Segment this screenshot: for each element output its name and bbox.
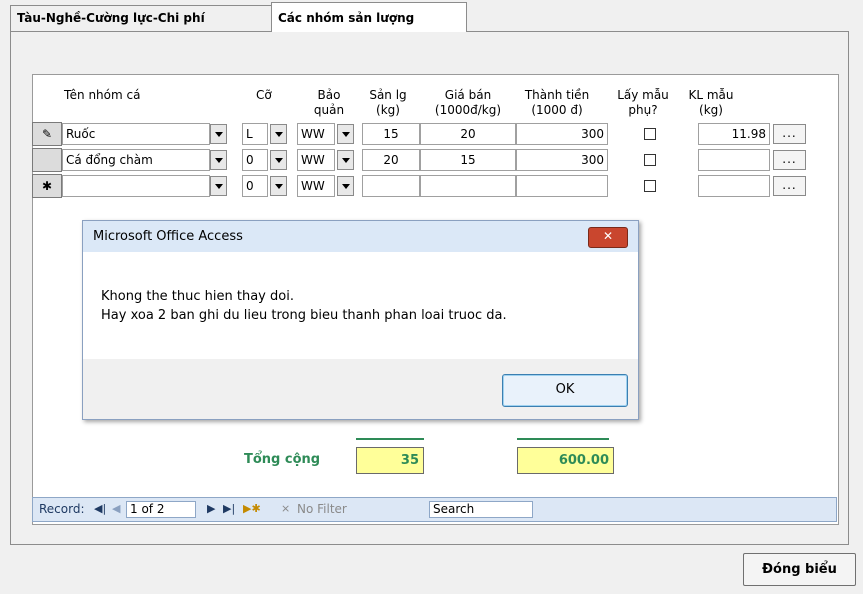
- record-selector[interactable]: ✎: [32, 122, 62, 146]
- dropdown-arrow-icon[interactable]: [337, 176, 354, 196]
- gia-ban-field[interactable]: 20: [420, 123, 516, 145]
- record-position-field[interactable]: 1 of 2: [126, 501, 196, 518]
- bao-quan-field[interactable]: WW: [297, 123, 335, 145]
- thanh-tien-field: [516, 175, 608, 197]
- kl-mau-field[interactable]: [698, 175, 770, 197]
- dropdown-arrow-icon[interactable]: [270, 176, 287, 196]
- bao-quan-field[interactable]: WW: [297, 175, 335, 197]
- lay-mau-checkbox[interactable]: [644, 154, 656, 166]
- dropdown-arrow-icon[interactable]: [337, 124, 354, 144]
- first-record-icon[interactable]: ◀|: [94, 502, 106, 515]
- more-button[interactable]: ...: [773, 150, 806, 170]
- dialog-title: Microsoft Office Access: [93, 229, 243, 244]
- header-kl-mau: KL mẫu (kg): [688, 88, 734, 117]
- dropdown-arrow-icon[interactable]: [270, 150, 287, 170]
- dialog-message-line: Khong the thuc hien thay doi.: [101, 289, 294, 304]
- ok-button[interactable]: OK: [502, 374, 628, 407]
- more-button[interactable]: ...: [773, 124, 806, 144]
- san-lg-field[interactable]: 20: [362, 149, 420, 171]
- gia-ban-field[interactable]: [420, 175, 516, 197]
- lay-mau-checkbox[interactable]: [644, 180, 656, 192]
- total-san-lg: 35: [356, 447, 424, 474]
- thanh-tien-field: 300: [516, 123, 608, 145]
- header-ten-nhom: Tên nhóm cá: [64, 88, 141, 102]
- filter-icon[interactable]: ⨯: [281, 502, 290, 515]
- last-record-icon[interactable]: ▶|: [223, 502, 235, 515]
- dialog-body: Khong the thuc hien thay doi. Hay xoa 2 …: [83, 252, 638, 359]
- new-record-selector[interactable]: ✱: [32, 174, 62, 198]
- bao-quan-field[interactable]: WW: [297, 149, 335, 171]
- san-lg-field[interactable]: [362, 175, 420, 197]
- dialog-message-line: Hay xoa 2 ban ghi du lieu trong bieu tha…: [101, 308, 507, 323]
- kl-mau-field[interactable]: 11.98: [698, 123, 770, 145]
- lay-mau-checkbox[interactable]: [644, 128, 656, 140]
- tab-cac-nhom-san-luong[interactable]: Các nhóm sản lượng: [271, 2, 467, 32]
- san-lg-field[interactable]: 15: [362, 123, 420, 145]
- no-filter-button[interactable]: No Filter: [297, 502, 347, 516]
- close-icon[interactable]: ✕: [588, 227, 628, 248]
- total-thanh-tien: 600.00: [517, 447, 614, 474]
- more-button[interactable]: ...: [773, 176, 806, 196]
- search-input[interactable]: Search: [429, 501, 533, 518]
- header-san-lg: Sản lg (kg): [369, 88, 407, 117]
- dropdown-arrow-icon[interactable]: [337, 150, 354, 170]
- tab-tau-nghe[interactable]: Tàu-Nghề-Cường lực-Chi phí: [10, 5, 272, 32]
- ten-nhom-field[interactable]: Cá đổng chàm: [62, 149, 210, 171]
- record-navigation-bar: Record: ◀| ◀ 1 of 2 ▶ ▶| ▶✱ ⨯ No Filter …: [32, 497, 837, 522]
- dropdown-arrow-icon[interactable]: [210, 150, 227, 170]
- co-field[interactable]: 0: [242, 149, 268, 171]
- header-lay-mau: Lấy mẫu phụ?: [617, 88, 669, 117]
- header-co: Cỡ: [256, 88, 272, 102]
- total-divider: [356, 438, 424, 440]
- dropdown-arrow-icon[interactable]: [210, 124, 227, 144]
- header-bao-quan: Bảo quản: [313, 88, 345, 117]
- ten-nhom-field[interactable]: [62, 175, 210, 197]
- header-thanh-tien: Thành tiền (1000 đ): [524, 88, 590, 117]
- record-label: Record:: [39, 502, 85, 516]
- next-record-icon[interactable]: ▶: [207, 502, 215, 515]
- close-form-button[interactable]: Đóng biểu: [743, 553, 856, 586]
- header-gia-ban: Giá bán (1000đ/kg): [434, 88, 502, 117]
- dialog-titlebar: Microsoft Office Access ✕: [83, 221, 638, 252]
- total-label: Tổng cộng: [244, 452, 321, 467]
- gia-ban-field[interactable]: 15: [420, 149, 516, 171]
- ten-nhom-field[interactable]: Ruốc: [62, 123, 210, 145]
- message-dialog: Microsoft Office Access ✕ Khong the thuc…: [82, 220, 639, 420]
- prev-record-icon[interactable]: ◀: [112, 502, 120, 515]
- dropdown-arrow-icon[interactable]: [270, 124, 287, 144]
- total-divider: [517, 438, 609, 440]
- dropdown-arrow-icon[interactable]: [210, 176, 227, 196]
- co-field[interactable]: L: [242, 123, 268, 145]
- dialog-message: Khong the thuc hien thay doi. Hay xoa 2 …: [101, 287, 507, 325]
- new-record-icon[interactable]: ▶✱: [243, 502, 261, 515]
- record-selector[interactable]: [32, 148, 62, 172]
- co-field[interactable]: 0: [242, 175, 268, 197]
- kl-mau-field[interactable]: [698, 149, 770, 171]
- thanh-tien-field: 300: [516, 149, 608, 171]
